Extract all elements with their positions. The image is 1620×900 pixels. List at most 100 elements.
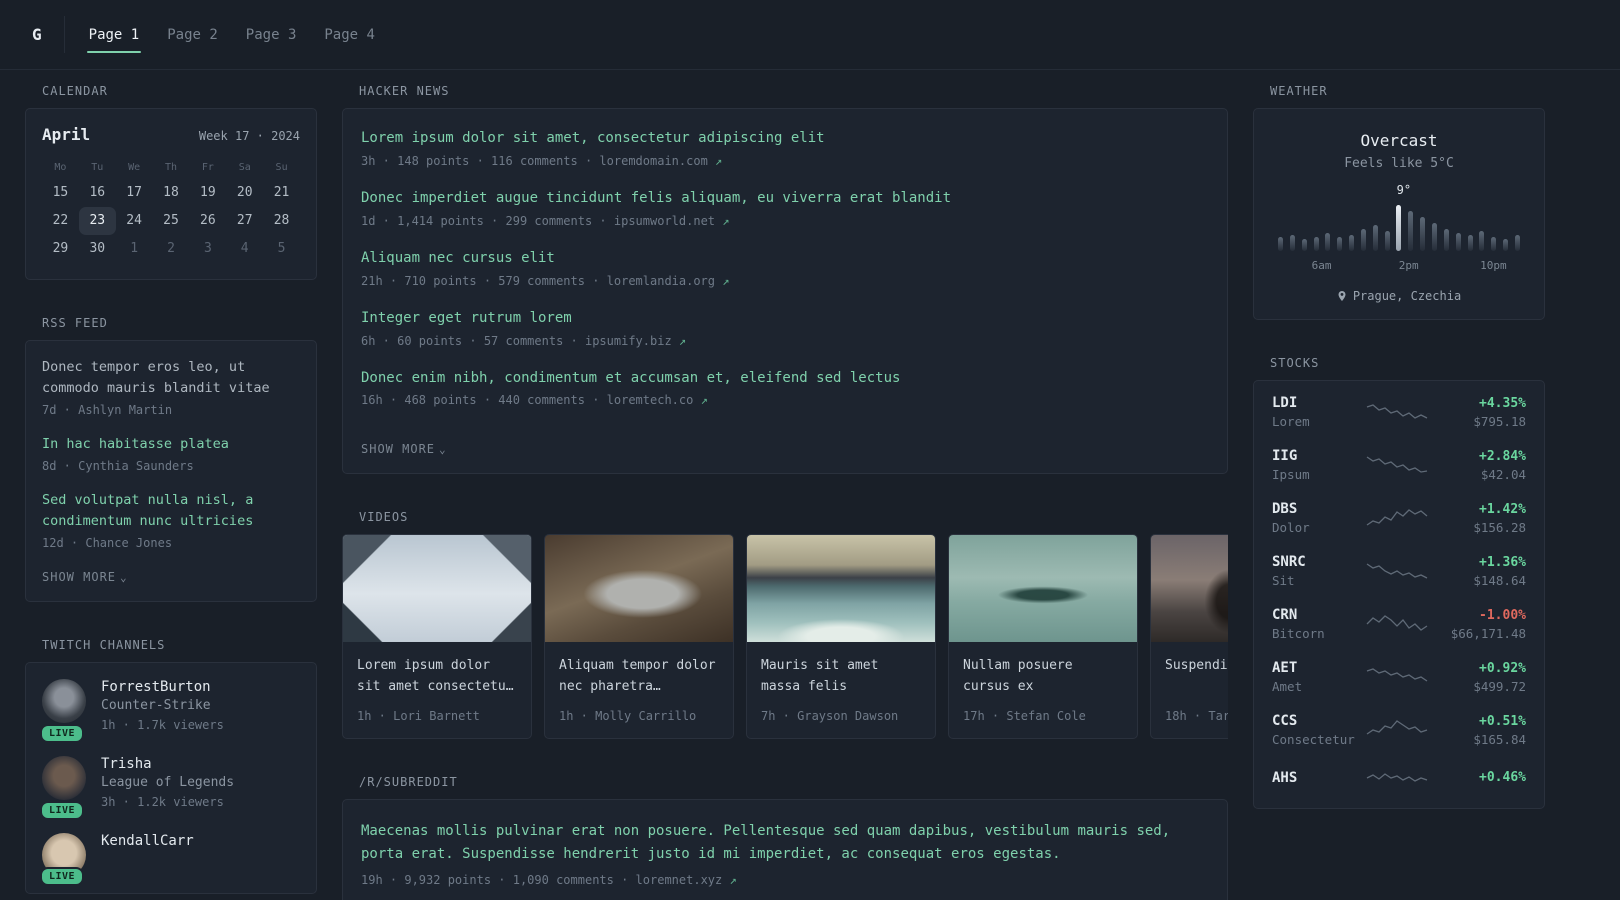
video-card[interactable]: Mauris sit amet massa felis 7h · Grayson…	[746, 534, 936, 740]
video-card[interactable]: Nullam posuere cursus ex 17h · Stefan Co…	[948, 534, 1138, 740]
stock-values: +4.35% $795.18	[1434, 396, 1526, 429]
hn-domain-link[interactable]: loremtech.co ↗	[607, 393, 708, 407]
stock-row[interactable]: IIG Ipsum +2.84% $42.04	[1272, 448, 1526, 482]
video-card[interactable]: Lorem ipsum dolor sit amet consectetu… 1…	[342, 534, 532, 740]
video-thumbnail	[949, 535, 1137, 643]
stock-sparkline	[1365, 664, 1429, 690]
day-name: We	[128, 162, 141, 173]
weather-bar-current	[1396, 205, 1402, 251]
video-title: Suspendisse diam	[1165, 658, 1228, 674]
stock-row[interactable]: AET Amet +0.92% $499.72	[1272, 660, 1526, 694]
stock-id: SNRC Sit	[1272, 554, 1360, 588]
live-badge: LIVE	[40, 801, 85, 820]
video-card[interactable]: Aliquam tempor dolor nec pharetra… 1h · …	[544, 534, 734, 740]
channel-name: KendallCarr	[101, 833, 194, 849]
stock-symbol: CCS	[1272, 713, 1298, 729]
weather-bar	[1503, 239, 1509, 251]
hn-title-link[interactable]: Aliquam nec cursus elit	[361, 249, 1209, 268]
tab-page-1[interactable]: Page 1	[86, 0, 142, 69]
hn-item: Lorem ipsum dolor sit amet, consectetur …	[361, 129, 1209, 170]
stock-name: Bitcorn	[1272, 626, 1325, 641]
video-thumbnail	[747, 535, 935, 643]
twitch-card: LIVE ForrestBurton Counter-Strike 1h · 1…	[25, 662, 317, 894]
stock-change: +0.92%	[1479, 660, 1526, 676]
hn-domain-link[interactable]: loremlandia.org ↗	[607, 274, 730, 288]
hn-item-meta: 6h · 60 points · 57 comments · ipsumify.…	[361, 333, 687, 348]
stock-row[interactable]: AHS +0.46%	[1272, 766, 1526, 792]
hn-item: Donec enim nibh, condimentum et accumsan…	[361, 369, 1209, 410]
stock-name: Consectetur	[1272, 732, 1355, 747]
app-logo[interactable]: G	[24, 16, 65, 53]
weather-bar	[1372, 225, 1378, 251]
weather-bar	[1455, 233, 1461, 251]
subreddit-card: Maecenas mollis pulvinar erat non posuer…	[342, 799, 1228, 900]
hn-domain-link[interactable]: ipsumify.biz ↗	[585, 334, 686, 348]
post-title-link[interactable]: Maecenas mollis pulvinar erat non posuer…	[361, 820, 1209, 866]
stock-row[interactable]: DBS Dolor +1.42% $156.28	[1272, 501, 1526, 535]
hn-item: Donec imperdiet augue tincidunt felis al…	[361, 189, 1209, 230]
tab-page-4[interactable]: Page 4	[322, 0, 377, 69]
calendar-date: 20	[236, 185, 253, 200]
post-meta: 19h · 9,932 points · 1,090 comments · lo…	[361, 873, 737, 888]
calendar-date: 29	[52, 241, 69, 256]
stock-row[interactable]: CCS Consectetur +0.51% $165.84	[1272, 713, 1526, 747]
rss-show-more-button[interactable]: SHOW MORE ⌄	[42, 570, 128, 584]
hn-title-link[interactable]: Lorem ipsum dolor sit amet, consectetur …	[361, 129, 1209, 148]
tab-page-3[interactable]: Page 3	[244, 0, 299, 69]
stock-name: Amet	[1272, 679, 1303, 694]
stock-change: -1.00%	[1479, 607, 1526, 623]
stock-price: $148.64	[1473, 572, 1526, 588]
stock-symbol: DBS	[1272, 501, 1298, 517]
stock-id: CCS Consectetur	[1272, 713, 1360, 747]
channel-avatar	[42, 756, 86, 800]
rss-header: RSS FEED	[42, 316, 108, 330]
weather-hourly-chart: 9° 6am 2pm 10pm	[1278, 183, 1520, 275]
hn-item: Integer eget rutrum lorem 6h · 60 points…	[361, 309, 1209, 350]
calendar-date: 16	[89, 185, 106, 200]
rss-title-link[interactable]: Donec tempor eros leo, ut commodo mauris…	[42, 357, 300, 399]
rss-title-link[interactable]: Sed volutpat nulla nisl, a condimentum n…	[42, 490, 300, 532]
twitch-channel[interactable]: LIVE Trisha League of Legends 3h · 1.2k …	[40, 756, 300, 820]
video-card[interactable]: Suspendisse diam 18h · Tara	[1150, 534, 1228, 740]
stock-symbol: LDI	[1272, 395, 1298, 411]
avatar-wrap: LIVE	[40, 756, 86, 820]
weather-location: Prague, Czechia	[1272, 289, 1526, 303]
day-name: Su	[275, 162, 288, 173]
stocks-widget: STOCKS LDI Lorem +4.35% $795.18 IIG Ipsu…	[1253, 356, 1545, 809]
stock-id: IIG Ipsum	[1272, 448, 1360, 482]
hn-domain-link[interactable]: ipsumworld.net ↗	[614, 214, 730, 228]
hackernews-card: Lorem ipsum dolor sit amet, consectetur …	[342, 108, 1228, 475]
stock-row[interactable]: CRN Bitcorn -1.00% $66,171.48	[1272, 607, 1526, 641]
hn-title-link[interactable]: Donec imperdiet augue tincidunt felis al…	[361, 189, 1209, 208]
left-column: CALENDAR April Week 17 · 2024 Mo Tu We T…	[25, 84, 317, 900]
middle-column: HACKER NEWS Lorem ipsum dolor sit amet, …	[342, 84, 1228, 900]
tab-page-2[interactable]: Page 2	[165, 0, 220, 69]
time-label: 10pm	[1480, 259, 1507, 272]
stock-name: Dolor	[1272, 520, 1310, 535]
stock-row[interactable]: LDI Lorem +4.35% $795.18	[1272, 395, 1526, 429]
day-name: Mo	[54, 162, 67, 173]
stock-change: +1.36%	[1479, 554, 1526, 570]
video-meta: 1h · Lori Barnett	[357, 709, 480, 724]
post-domain-link[interactable]: loremnet.xyz ↗	[636, 873, 737, 887]
stock-row[interactable]: SNRC Sit +1.36% $148.64	[1272, 554, 1526, 588]
twitch-channel[interactable]: LIVE ForrestBurton Counter-Strike 1h · 1…	[40, 679, 300, 743]
hn-domain-link[interactable]: loremdomain.com ↗	[599, 154, 722, 168]
weather-bar	[1420, 217, 1426, 251]
calendar-date-selected: 23	[78, 207, 116, 235]
hn-show-more-button[interactable]: SHOW MORE ⌄	[361, 442, 447, 456]
avatar-wrap: LIVE	[40, 833, 86, 886]
hn-title-link[interactable]: Donec enim nibh, condimentum et accumsan…	[361, 369, 1209, 388]
calendar-date: 30	[89, 241, 106, 256]
video-meta: 7h · Grayson Dawson	[761, 709, 899, 724]
stock-values: +2.84% $42.04	[1434, 449, 1526, 482]
subreddit-post: Maecenas mollis pulvinar erat non posuer…	[361, 820, 1209, 889]
twitch-channel[interactable]: LIVE KendallCarr	[40, 833, 300, 886]
calendar-date: 18	[163, 185, 179, 200]
stock-symbol: AHS	[1272, 769, 1298, 786]
avatar-wrap: LIVE	[40, 679, 86, 743]
hn-title-link[interactable]: Integer eget rutrum lorem	[361, 309, 1209, 328]
current-temp-label: 9°	[1396, 183, 1412, 197]
rss-title-link[interactable]: In hac habitasse platea	[42, 434, 300, 455]
stock-symbol: AET	[1272, 660, 1298, 676]
